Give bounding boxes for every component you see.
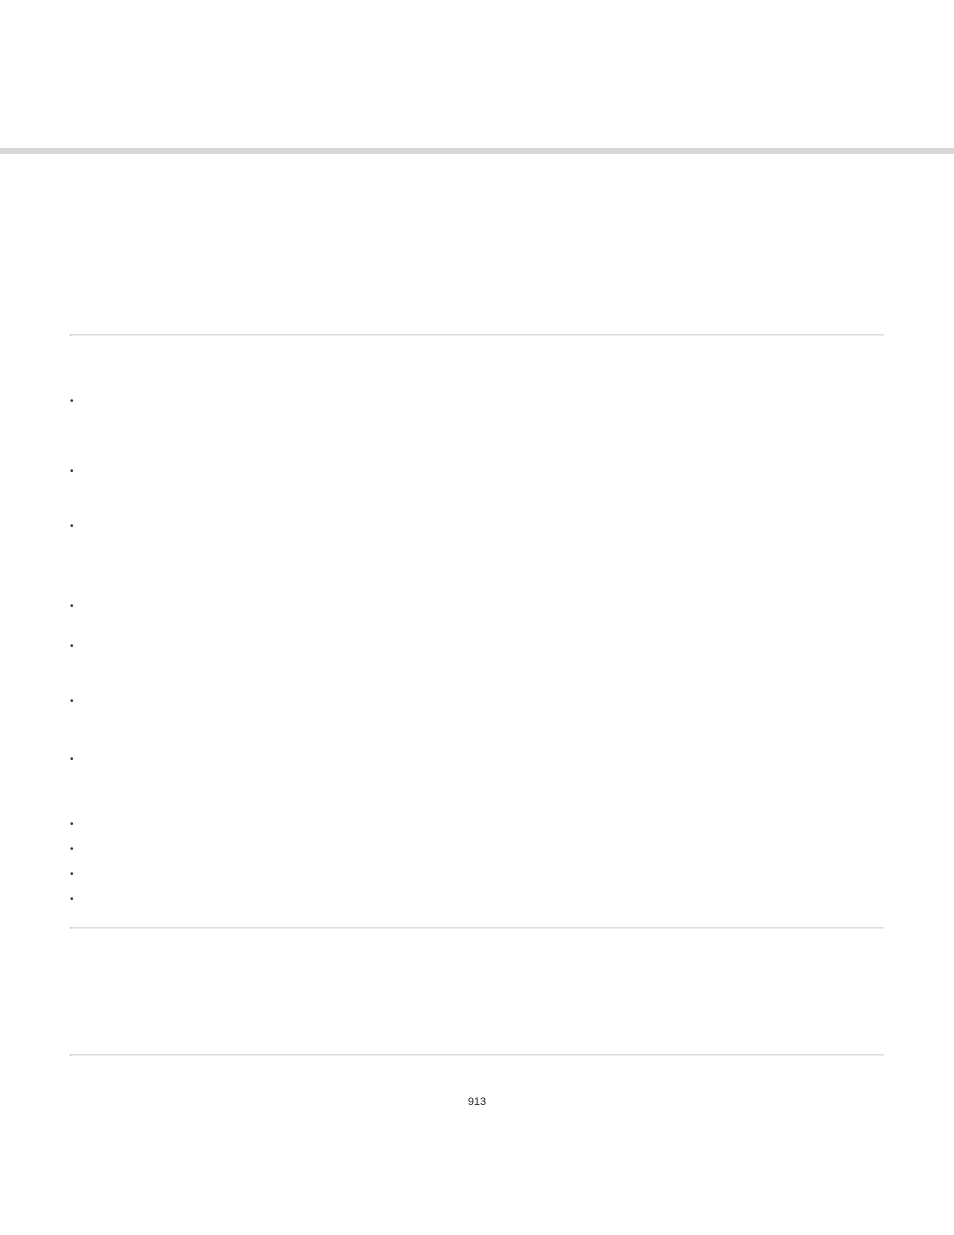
- section-divider: [70, 1054, 884, 1056]
- page-content: [0, 154, 954, 1056]
- list-item: [70, 396, 884, 466]
- list-item: [70, 466, 884, 521]
- list-item: [70, 869, 884, 894]
- list-item: [70, 819, 884, 844]
- list-item: [70, 601, 884, 641]
- list-item: [70, 696, 884, 754]
- list-item: [70, 894, 884, 919]
- list-item: [70, 521, 884, 601]
- list-item: [70, 641, 884, 696]
- list-item: [70, 844, 884, 869]
- bullet-list-1: [70, 396, 884, 919]
- page-number: 913: [0, 1096, 954, 1108]
- list-item: [70, 754, 884, 819]
